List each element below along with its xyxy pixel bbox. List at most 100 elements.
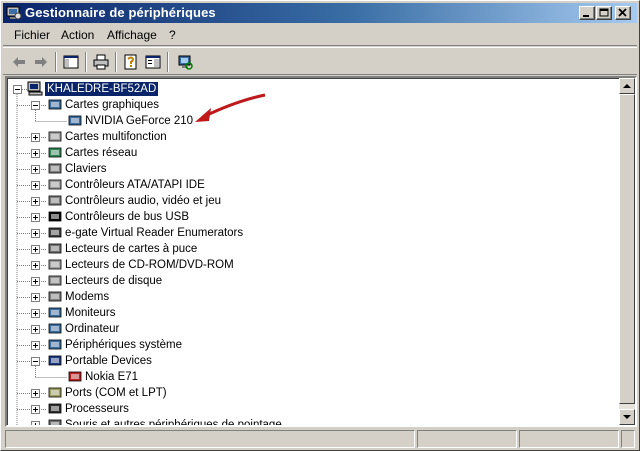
tree-category-label: Claviers [65,163,107,175]
expand-icon[interactable] [31,229,40,238]
disk-drive-icon [47,273,63,289]
tree-category-label: Cartes réseau [65,147,138,159]
expand-icon[interactable] [31,405,40,414]
scroll-down-button[interactable] [619,409,635,425]
network-card-icon [47,145,63,161]
collapse-icon[interactable] [31,357,40,366]
tree-category-label: Portable Devices [65,355,152,367]
tree-category-row[interactable]: Claviers [7,161,607,177]
expand-icon[interactable] [31,309,40,318]
menu-action[interactable]: Action [61,28,94,42]
tree-category-label: e-gate Virtual Reader Enumerators [65,227,244,239]
tree-device-row[interactable]: NVIDIA GeForce 210 [7,113,607,129]
tree-category-label: Souris et autres périphériques de pointa… [65,419,282,425]
expand-icon[interactable] [31,165,40,174]
close-button[interactable] [615,6,631,20]
expand-icon[interactable] [31,149,40,158]
tree-category-label: Modems [65,291,110,303]
minimize-icon [583,15,589,17]
collapse-icon[interactable] [13,85,22,94]
tree-category-row[interactable]: Cartes réseau [7,145,607,161]
expand-icon[interactable] [31,341,40,350]
tree-category-row[interactable]: Moniteurs [7,305,607,321]
menu-affichage[interactable]: Affichage [107,28,157,42]
computer-icon [47,321,63,337]
status-cell-main [5,430,415,448]
toolbar-separator [115,52,117,72]
tree-category-row[interactable]: Portable Devices [7,353,607,369]
ide-controller-icon [47,177,63,193]
mouse-icon [47,417,63,425]
expand-icon[interactable] [31,277,40,286]
tree-category-row[interactable]: Ports (COM et LPT) [7,385,607,401]
tree-category-label: Ordinateur [65,323,120,335]
expand-icon[interactable] [31,133,40,142]
forward-arrow-icon [35,57,47,67]
collapse-icon[interactable] [31,101,40,110]
smartcard-reader-icon [47,241,63,257]
maximize-button[interactable] [596,6,612,20]
status-bar [3,430,637,449]
forward-button[interactable] [31,52,51,72]
expand-icon[interactable] [31,181,40,190]
tree-category-row[interactable]: Processeurs [7,401,607,417]
scan-hardware-button[interactable] [175,52,195,72]
print-button[interactable] [91,52,111,72]
monitor-icon [47,305,63,321]
print-icon [93,54,109,70]
back-button[interactable] [9,52,29,72]
vertical-scrollbar[interactable] [619,78,635,425]
toolbar-separator [85,52,87,72]
minimize-button[interactable] [579,6,595,20]
smartcard-enumerator-icon [47,225,63,241]
properties-icon [124,54,137,70]
tree-device-row[interactable]: Nokia E71 [7,369,607,385]
tree-category-row[interactable]: Contrôleurs de bus USB [7,209,607,225]
expand-icon[interactable] [31,325,40,334]
computer-icon [27,81,43,97]
display-adapter-icon [47,97,63,113]
multifunction-card-icon [47,129,63,145]
expand-icon[interactable] [31,421,40,425]
console-tree-icon [63,55,79,69]
expand-icon[interactable] [31,197,40,206]
tree-category-row[interactable]: Périphériques système [7,337,607,353]
tree-category-row[interactable]: Cartes multifonction [7,129,607,145]
tree-root-label: KHALEDRE-BF52AD [45,82,159,96]
expand-icon[interactable] [31,293,40,302]
menu-fichier[interactable]: Fichier [14,28,50,42]
device-manager-window: Gestionnaire de périphériques Fichier Ac… [0,0,640,451]
help-button[interactable] [143,52,163,72]
tree-category-row[interactable]: Contrôleurs audio, vidéo et jeu [7,193,607,209]
properties-button[interactable] [121,52,141,72]
tree-category-row[interactable]: Ordinateur [7,321,607,337]
expand-icon[interactable] [31,213,40,222]
tree-category-label: Contrôleurs de bus USB [65,211,190,223]
tree-category-row[interactable]: Lecteurs de disque [7,273,607,289]
close-icon [618,8,627,17]
tree-category-label: Moniteurs [65,307,116,319]
tree-category-row[interactable]: Lecteurs de CD-ROM/DVD-ROM [7,257,607,273]
tree-root-row[interactable]: KHALEDRE-BF52AD [7,81,607,97]
tree-category-row[interactable]: Contrôleurs ATA/ATAPI IDE [7,177,607,193]
title-bar[interactable]: Gestionnaire de périphériques [3,3,637,23]
console-tree-button[interactable] [61,52,81,72]
device-tree[interactable]: KHALEDRE-BF52AD Cartes graphiques NVIDIA … [7,78,621,425]
resize-grip[interactable] [621,430,635,448]
usb-controller-icon [47,209,63,225]
expand-icon[interactable] [31,389,40,398]
tree-category-row[interactable]: Lecteurs de cartes à puce [7,241,607,257]
tree-category-row[interactable]: e-gate Virtual Reader Enumerators [7,225,607,241]
scroll-up-button[interactable] [619,78,635,94]
scroll-thumb[interactable] [619,94,635,404]
status-cell-3 [519,430,619,448]
tree-category-row[interactable]: Modems [7,289,607,305]
expand-icon[interactable] [31,245,40,254]
tree-category-row[interactable]: Souris et autres périphériques de pointa… [7,417,607,425]
cdrom-drive-icon [47,257,63,273]
menu-bar: Fichier Action Affichage ? [3,24,637,46]
tree-category-row[interactable]: Cartes graphiques [7,97,607,113]
menu-help[interactable]: ? [169,28,176,42]
expand-icon[interactable] [31,261,40,270]
help-icon [145,55,161,69]
